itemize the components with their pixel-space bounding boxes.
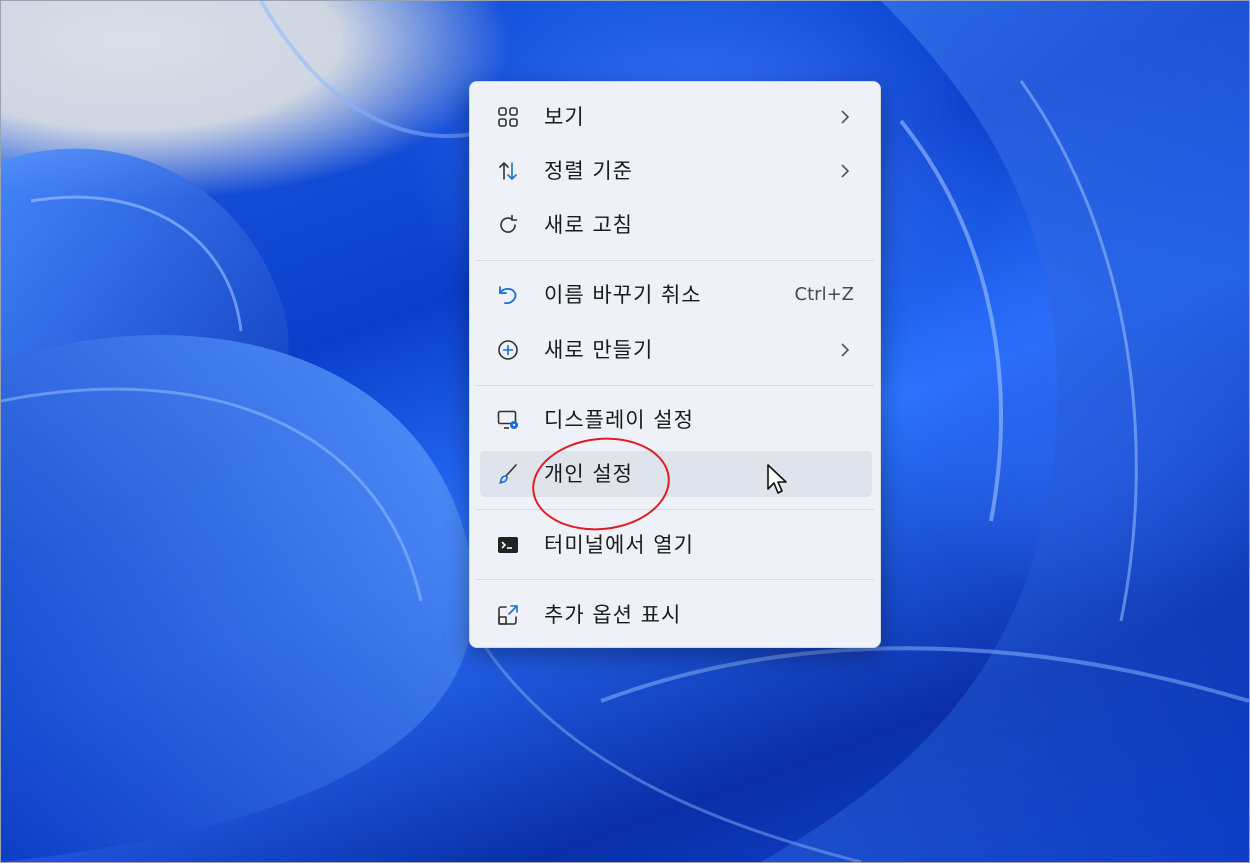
menu-item-open-terminal[interactable]: 터미널에서 열기 [480, 522, 872, 568]
sort-arrows-icon [496, 159, 520, 183]
menu-item-undo-rename[interactable]: 이름 바꾸기 취소 Ctrl+Z [480, 272, 872, 318]
chevron-right-icon [841, 164, 850, 178]
view-grid-icon [496, 105, 520, 129]
menu-item-label: 터미널에서 열기 [544, 533, 694, 557]
more-options-icon [496, 603, 520, 627]
terminal-icon [496, 533, 520, 557]
undo-icon [496, 283, 520, 307]
menu-item-new[interactable]: 새로 만들기 [480, 327, 872, 373]
shortcut-text: Ctrl+Z [794, 284, 854, 305]
menu-item-label: 보기 [544, 105, 585, 129]
mouse-cursor-icon [767, 464, 787, 494]
menu-item-label: 정렬 기준 [544, 159, 633, 183]
menu-item-display-settings[interactable]: 디스플레이 설정 [480, 397, 872, 443]
menu-separator [476, 509, 874, 510]
menu-separator [476, 385, 874, 386]
plus-circle-icon [496, 338, 520, 362]
brush-icon [496, 462, 520, 486]
menu-separator [476, 260, 874, 261]
menu-item-view[interactable]: 보기 [480, 94, 872, 140]
desktop-context-menu: 보기 정렬 기준 새로 고침 이름 바꾸기 취소 Ctrl+Z 새로 만들기 디… [469, 81, 881, 648]
menu-item-label: 추가 옵션 표시 [544, 603, 682, 627]
menu-item-label: 새로 고침 [544, 213, 633, 237]
menu-item-more-options[interactable]: 추가 옵션 표시 [480, 592, 872, 638]
menu-item-refresh[interactable]: 새로 고침 [480, 202, 872, 248]
menu-item-label: 디스플레이 설정 [544, 408, 694, 432]
menu-item-sort[interactable]: 정렬 기준 [480, 148, 872, 194]
chevron-right-icon [841, 343, 850, 357]
menu-item-label: 새로 만들기 [544, 338, 654, 362]
menu-separator [476, 579, 874, 580]
menu-item-label: 이름 바꾸기 취소 [544, 283, 702, 307]
display-settings-icon [496, 408, 520, 432]
refresh-icon [496, 213, 520, 237]
chevron-right-icon [841, 110, 850, 124]
